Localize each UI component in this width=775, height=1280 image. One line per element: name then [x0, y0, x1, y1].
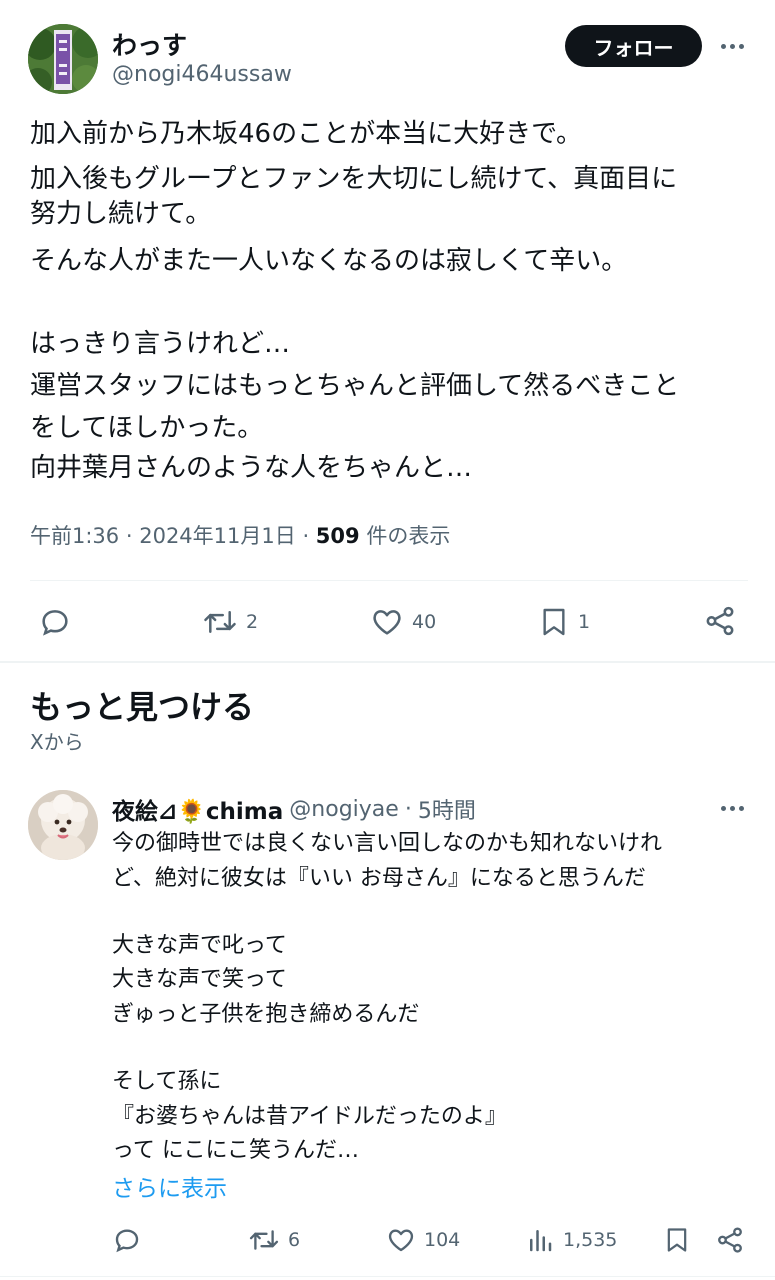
- tweet-text-line: 加入後もグループとファンを大切にし続けて、真面目に: [30, 164, 678, 194]
- second-views-count: 1,535: [563, 1229, 618, 1251]
- bookmark-icon: [667, 1228, 687, 1252]
- show-more-link[interactable]: さらに表示: [112, 1169, 227, 1203]
- discover-title: もっと見つける: [30, 688, 255, 726]
- bookmark-button[interactable]: 1: [538, 605, 590, 639]
- second-like-button[interactable]: 104: [386, 1225, 460, 1255]
- second-share-button[interactable]: [715, 1225, 745, 1255]
- like-button[interactable]: 40: [370, 605, 436, 639]
- author-display-name[interactable]: わっす: [112, 26, 187, 62]
- follow-button[interactable]: フォロー: [565, 25, 702, 67]
- tweet-text-line: 向井葉月さんのような人をちゃんと…: [30, 453, 473, 483]
- retweet-icon: [204, 611, 236, 633]
- second-tweet-text-line: 大きな声で笑って: [112, 967, 287, 992]
- second-tweet-text-line: って にこにこ笑うんだ…: [112, 1138, 360, 1163]
- tweet-text-line: 運営スタッフにはもっとちゃんと評価して然るべきこと: [30, 371, 680, 401]
- heart-icon: [373, 610, 401, 635]
- tweet-text-line: 加入前から乃木坂46のことが本当に大好きで。: [30, 119, 583, 149]
- like-count: 40: [412, 611, 437, 633]
- reply-icon: [42, 610, 68, 636]
- share-icon: [718, 1227, 742, 1253]
- second-bookmark-button[interactable]: [663, 1225, 691, 1255]
- share-button[interactable]: [703, 604, 737, 638]
- second-author-display-name[interactable]: 夜絵⊿🌻chima: [112, 792, 283, 826]
- analytics-icon: [530, 1230, 552, 1252]
- heart-icon: [388, 1229, 414, 1252]
- tweet-date[interactable]: 2024年11月1日: [139, 524, 296, 548]
- tweet-meta: 午前1:36 · 2024年11月1日 · 509 件の表示: [30, 524, 451, 548]
- retweet-button[interactable]: 2: [202, 605, 258, 639]
- second-reply-button[interactable]: [112, 1225, 142, 1255]
- second-retweet-button[interactable]: 6: [248, 1225, 300, 1255]
- second-tweet-text-line: 『お婆ちゃんは昔アイドルだったのよ』: [112, 1104, 507, 1129]
- tweet-text-line: そんな人がまた一人いなくなるのは寂しくて辛い。: [30, 246, 628, 276]
- divider: [0, 1276, 775, 1277]
- bookmark-icon: [543, 608, 565, 636]
- second-tweet-header: 夜絵⊿🌻chima @nogiyae · 5時間: [112, 792, 476, 826]
- second-tweet-time[interactable]: 5時間: [418, 793, 476, 825]
- more-options-icon[interactable]: [714, 34, 750, 58]
- views-label: 件の表示: [366, 524, 451, 548]
- divider: [30, 580, 748, 581]
- tweet-text-line: 努力し続けて。: [30, 199, 212, 229]
- tweet-text-line: はっきり言うけれど…: [30, 329, 291, 359]
- discover-subtitle: Xから: [30, 730, 84, 754]
- tweet-time[interactable]: 午前1:36: [30, 524, 119, 548]
- author-handle[interactable]: @nogi464ussaw: [112, 62, 292, 87]
- share-icon: [706, 606, 734, 636]
- second-author-handle[interactable]: @nogiyae: [289, 797, 399, 822]
- second-tweet-text-line: ぎゅっと子供を抱き締めるんだ: [112, 1002, 420, 1027]
- retweet-count: 2: [246, 611, 259, 633]
- reply-icon: [115, 1229, 139, 1253]
- author-avatar[interactable]: [28, 24, 98, 94]
- second-tweet-text-line: 今の御時世では良くない言い回しなのかも知れないけれ: [112, 831, 663, 856]
- bookmark-count: 1: [578, 611, 591, 633]
- second-tweet-text-line: 大きな声で叱って: [112, 933, 287, 958]
- second-like-count: 104: [424, 1229, 461, 1251]
- section-separator: [0, 661, 775, 663]
- second-views-button[interactable]: 1,535: [525, 1225, 617, 1255]
- second-author-avatar[interactable]: [28, 790, 98, 860]
- second-tweet-text-line: そして孫に: [112, 1069, 222, 1094]
- second-retweet-count: 6: [288, 1229, 301, 1251]
- tweet-text-line: をしてほしかった。: [30, 413, 264, 443]
- second-more-options-icon[interactable]: [714, 796, 750, 820]
- views-count: 509: [315, 524, 360, 548]
- second-tweet-text-line: ど、絶対に彼女は『いい お母さん』になると思うんだ: [112, 866, 646, 891]
- retweet-icon: [249, 1230, 279, 1250]
- reply-button[interactable]: [38, 605, 72, 639]
